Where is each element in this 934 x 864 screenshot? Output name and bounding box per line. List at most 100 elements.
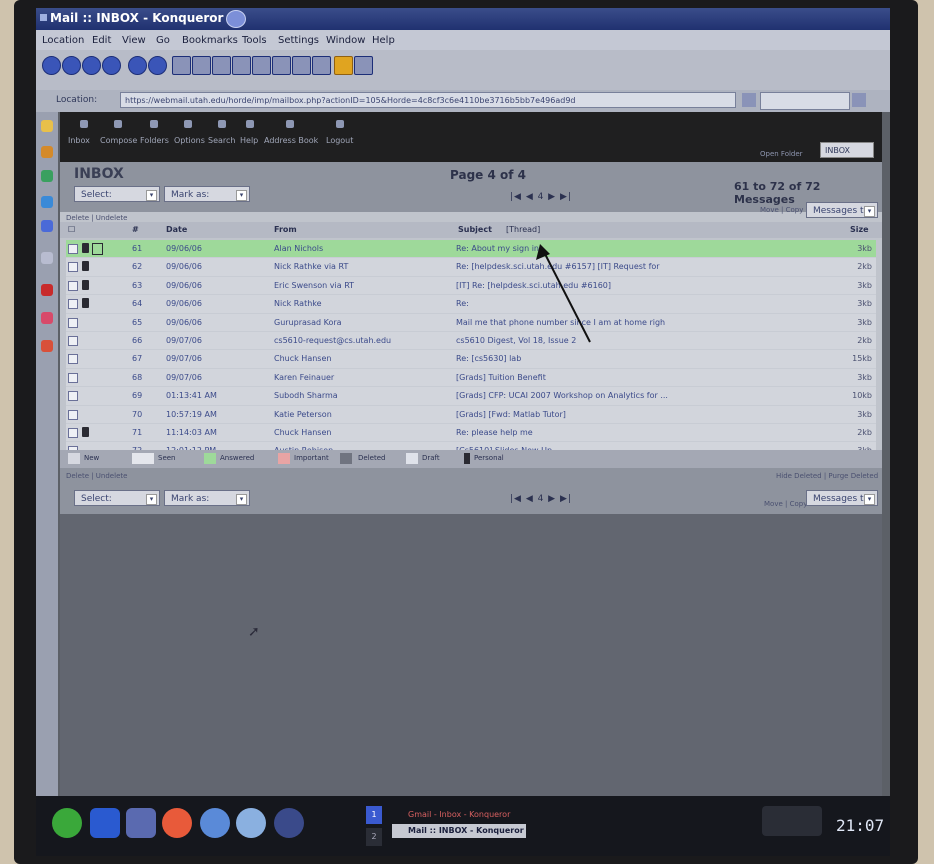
- clock[interactable]: 21:07: [836, 816, 884, 835]
- col-size[interactable]: Size: [850, 225, 869, 234]
- menu-location[interactable]: Location: [42, 35, 84, 46]
- message-from[interactable]: Eric Swenson via RT: [274, 281, 444, 290]
- message-subject[interactable]: Re: [helpdesk.sci.utah.edu #6157] [IT] R…: [456, 262, 836, 271]
- menu-settings[interactable]: Settings: [278, 35, 319, 46]
- col-subject[interactable]: Subject: [458, 225, 492, 234]
- network-icon[interactable]: [41, 196, 53, 208]
- move-copy-link[interactable]: Move | Copy: [760, 206, 803, 214]
- kopete-icon[interactable]: [236, 808, 266, 838]
- select-dropdown-bottom[interactable]: Select: ▾: [74, 490, 160, 506]
- menu-view[interactable]: View: [122, 35, 146, 46]
- home-icon[interactable]: [212, 56, 231, 75]
- message-row[interactable]: 65 09/06/06 Guruprasad Kora Mail me that…: [66, 313, 876, 332]
- row-checkbox[interactable]: [68, 280, 78, 291]
- thunderbird-icon[interactable]: [274, 808, 304, 838]
- pager-top[interactable]: |◀ ◀ 4 ▶ ▶|: [510, 192, 572, 202]
- find-icon[interactable]: [272, 56, 291, 75]
- mark-as-dropdown[interactable]: Mark as: ▾: [164, 186, 250, 202]
- konqueror-icon[interactable]: [126, 808, 156, 838]
- copy-icon[interactable]: [232, 56, 251, 75]
- bookmarks-icon[interactable]: [41, 120, 53, 132]
- forward-icon[interactable]: [192, 56, 211, 75]
- message-row[interactable]: 62 09/06/06 Nick Rathke via RT Re: [help…: [66, 258, 876, 277]
- message-row[interactable]: 68 09/07/06 Karen Feinauer [Grads] Tuiti…: [66, 368, 876, 388]
- nav-folders[interactable]: Folders: [140, 136, 169, 145]
- row-checkbox[interactable]: [68, 262, 78, 273]
- url-dropdown-icon[interactable]: [742, 93, 756, 107]
- message-subject[interactable]: [Grads] [Fwd: Matlab Tutor]: [456, 410, 836, 419]
- web-search-input[interactable]: [760, 92, 850, 110]
- message-from[interactable]: Guruprasad Kora: [274, 318, 444, 327]
- history-icon[interactable]: [41, 146, 53, 158]
- message-row[interactable]: 63 09/06/06 Eric Swenson via RT [IT] Re:…: [66, 276, 876, 296]
- nav-logout[interactable]: Logout: [326, 136, 353, 145]
- message-row[interactable]: 67 09/07/06 Chuck Hansen Re: [cs5630] la…: [66, 350, 876, 369]
- download-icon[interactable]: [354, 56, 373, 75]
- row-checkbox[interactable]: [68, 335, 78, 346]
- message-subject[interactable]: [Grads] CFP: UCAI 2007 Workshop on Analy…: [456, 391, 836, 400]
- menu-help[interactable]: Help: [372, 35, 395, 46]
- search-dropdown-icon[interactable]: [852, 93, 866, 107]
- message-row[interactable]: 71 11:14:03 AM Chuck Hansen Re: please h…: [66, 423, 876, 443]
- nav-address-book[interactable]: Address Book: [264, 136, 318, 145]
- col-date[interactable]: Date: [166, 225, 187, 234]
- message-subject[interactable]: [Grads] Tuition Benefit: [456, 373, 836, 382]
- message-from[interactable]: Chuck Hansen: [274, 354, 444, 363]
- mark-as-dropdown-bottom[interactable]: Mark as: ▾: [164, 490, 250, 506]
- message-row[interactable]: 64 09/06/06 Nick Rathke Re: 3kb: [66, 295, 876, 314]
- settings-icon[interactable]: [41, 340, 53, 352]
- desktop-1[interactable]: 1: [366, 806, 382, 824]
- row-checkbox[interactable]: [68, 317, 78, 328]
- row-checkbox[interactable]: [68, 372, 78, 383]
- system-tray[interactable]: [762, 806, 822, 836]
- services-icon[interactable]: [41, 252, 53, 264]
- nav-search[interactable]: Search: [208, 136, 235, 145]
- url-input[interactable]: https://webmail.utah.edu/horde/imp/mailb…: [120, 92, 736, 108]
- message-from[interactable]: Subodh Sharma: [274, 391, 444, 400]
- message-from[interactable]: cs5610-request@cs.utah.edu: [274, 336, 444, 345]
- message-from[interactable]: Chuck Hansen: [274, 428, 444, 437]
- message-subject[interactable]: [IT] Re: [helpdesk.sci.utah.edu #6160]: [456, 281, 836, 290]
- row-checkbox[interactable]: [68, 354, 78, 365]
- zoom-out-icon[interactable]: [62, 56, 81, 75]
- nav-options[interactable]: Options: [174, 136, 205, 145]
- print-icon[interactable]: [252, 56, 271, 75]
- delete-undelete-link[interactable]: Delete | Undelete: [66, 214, 127, 222]
- menu-go[interactable]: Go: [156, 35, 170, 46]
- media-icon[interactable]: [41, 284, 53, 296]
- zoom-in-icon[interactable]: [42, 56, 61, 75]
- help-lifebuoy-icon[interactable]: [162, 808, 192, 838]
- open-folder-select[interactable]: INBOX: [820, 142, 874, 158]
- window-title-bar[interactable]: Mail :: INBOX - Konqueror: [36, 8, 890, 30]
- message-subject[interactable]: Re: About my sign in: [456, 244, 836, 253]
- security-lock-icon[interactable]: [334, 56, 353, 75]
- row-checkbox[interactable]: [68, 244, 78, 254]
- message-from[interactable]: Katie Peterson: [274, 410, 444, 419]
- nav-inbox[interactable]: Inbox: [68, 136, 90, 145]
- font-larger-icon[interactable]: [292, 56, 311, 75]
- kmenu-icon[interactable]: [52, 808, 82, 838]
- font-smaller-icon[interactable]: [312, 56, 331, 75]
- message-from[interactable]: Alan Nichols: [274, 244, 444, 253]
- message-row[interactable]: 66 09/07/06 cs5610-request@cs.utah.edu c…: [66, 331, 876, 351]
- back-icon[interactable]: [172, 56, 191, 75]
- message-row[interactable]: 61 09/06/06 Alan Nichols Re: About my si…: [66, 240, 876, 259]
- messages-to-dropdown[interactable]: Messages to ▾: [806, 202, 878, 218]
- hide-purge-link-bottom[interactable]: Hide Deleted | Purge Deleted: [776, 472, 878, 480]
- row-checkbox[interactable]: [68, 427, 78, 438]
- message-from[interactable]: Karen Feinauer: [274, 373, 444, 382]
- zoom-icon[interactable]: [82, 56, 101, 75]
- desktop-2[interactable]: 2: [366, 828, 382, 846]
- task-mail-inbox[interactable]: Mail :: INBOX - Konqueror: [392, 824, 526, 838]
- root-folder-icon[interactable]: [41, 220, 53, 232]
- menu-tools[interactable]: Tools: [242, 35, 267, 46]
- row-checkbox[interactable]: [68, 391, 78, 402]
- flag-column-icon[interactable]: ☐: [68, 225, 75, 234]
- home-folder-icon[interactable]: [41, 170, 53, 182]
- nav-help[interactable]: Help: [240, 136, 258, 145]
- message-from[interactable]: Nick Rathke via RT: [274, 262, 444, 271]
- message-row[interactable]: 69 01:13:41 AM Subodh Sharma [Grads] CFP…: [66, 387, 876, 406]
- row-checkbox[interactable]: [68, 299, 78, 310]
- select-dropdown[interactable]: Select: ▾: [74, 186, 160, 202]
- messages-to-dropdown-bottom[interactable]: Messages to ▾: [806, 490, 878, 506]
